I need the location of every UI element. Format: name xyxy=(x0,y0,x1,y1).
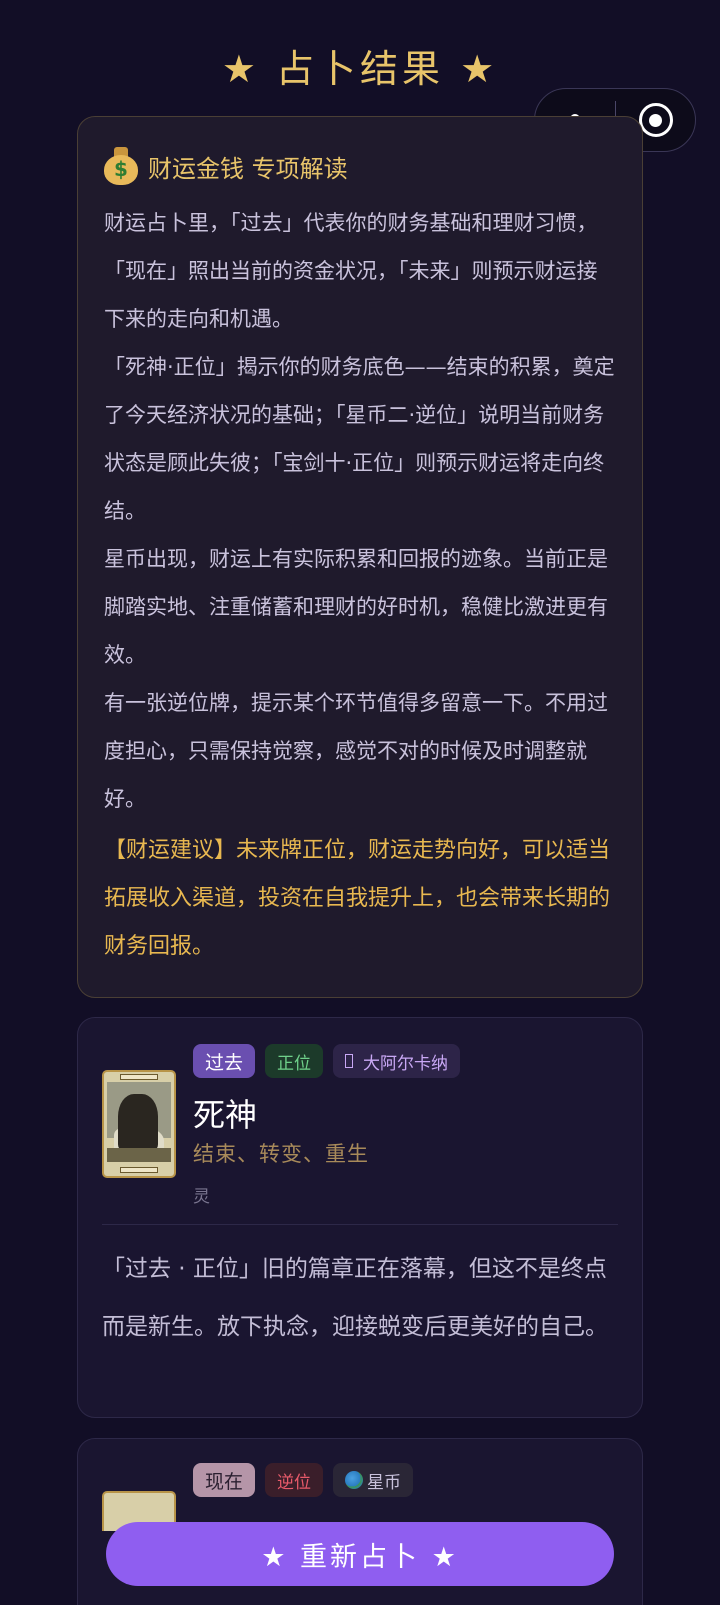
position-tag: 现在 xyxy=(193,1463,256,1497)
position-tag: 过去 xyxy=(193,1044,256,1078)
death-card-image xyxy=(102,1070,176,1178)
reading-paragraph: 「死神·正位」揭示你的财务底色——结束的积累，奠定了今天经济状况的基础；「星币二… xyxy=(104,355,615,523)
suit-label: 星币 xyxy=(367,1472,402,1493)
money-bag-icon: $ xyxy=(104,147,138,185)
retry-divination-button[interactable]: ★ 重新占卜 ★ xyxy=(106,1522,614,1586)
orientation-tag: 正位 xyxy=(265,1044,324,1078)
money-advice: 【财运建议】未来牌正位，财运走势向好，可以适当拓展收入渠道，投资在自我提升上，也… xyxy=(104,838,611,959)
reading-paragraph: 财运占卜里，「过去」代表你的财务基础和理财习惯，「现在」照出当前的资金状况，「未… xyxy=(104,211,598,331)
suit-tag: 星币 xyxy=(333,1463,414,1497)
money-reading-card: $ 财运金钱 专项解读 财运占卜里，「过去」代表你的财务基础和理财习惯，「现在」… xyxy=(77,116,643,998)
globe-icon xyxy=(345,1471,364,1489)
target-icon xyxy=(638,103,673,137)
card-keywords: 结束、转变、重生 xyxy=(193,1142,369,1166)
reading-paragraph: 星币出现，财运上有实际积累和回报的迹象。当前正是脚踏实地、注重储蓄和理财的好时机… xyxy=(104,547,608,667)
reading-title: 财运金钱 专项解读 xyxy=(148,154,348,183)
reading-paragraph: 有一张逆位牌，提示某个环节值得多留意一下。不用过度担心，只需保持觉察，感觉不对的… xyxy=(104,691,608,811)
arcana-tag: 大阿尔卡纳 xyxy=(333,1044,461,1078)
card-name: 死神 xyxy=(193,1096,258,1134)
arcana-icon xyxy=(345,1054,354,1068)
divider xyxy=(102,1224,618,1225)
tarot-card-past[interactable]: 过去 正位 大阿尔卡纳 死神 结束、转变、重生 灵 「过去 · 正位」旧的篇章正… xyxy=(77,1017,643,1418)
page-title: ★ 占卜结果 ★ xyxy=(221,47,499,91)
card-meaning: 「过去 · 正位」旧的篇章正在落幕，但这不是终点而是新生。放下执念，迎接蜕变后更… xyxy=(102,1256,608,1340)
orientation-tag: 逆位 xyxy=(265,1463,324,1497)
card-element: 灵 xyxy=(193,1187,210,1207)
arcana-label: 大阿尔卡纳 xyxy=(363,1053,449,1074)
